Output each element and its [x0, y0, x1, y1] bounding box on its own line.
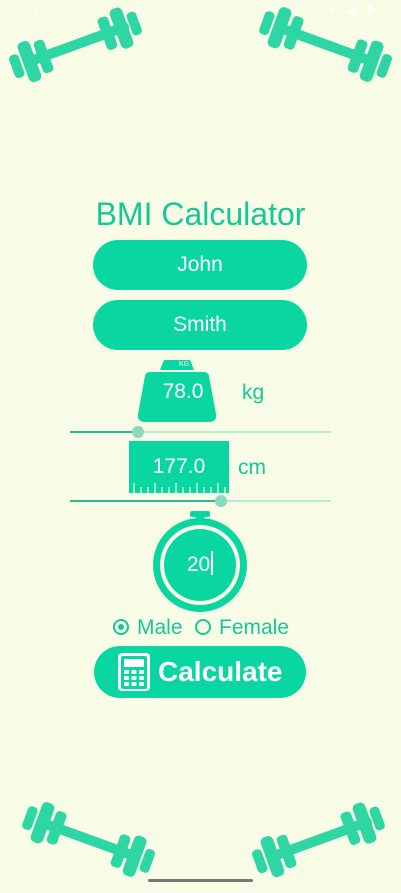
weight-slider-thumb[interactable] [131, 426, 144, 438]
age-input[interactable]: 20 [176, 551, 224, 577]
home-indicator[interactable] [148, 879, 253, 882]
first-name-field[interactable]: John [93, 240, 307, 290]
dumbbell-icon [9, 7, 142, 83]
height-unit: cm [238, 456, 266, 479]
height-slider-fill [70, 500, 222, 502]
dumbbell-icon [252, 802, 385, 878]
height-slider-thumb[interactable] [215, 495, 228, 507]
age-value: 20 [186, 553, 211, 576]
female-label[interactable]: Female [219, 616, 289, 640]
dumbbell-icon [22, 802, 155, 877]
calculate-label: Calculate [158, 656, 283, 687]
last-name-field[interactable]: Smith [93, 300, 307, 350]
page-title: BMI Calculator [95, 196, 306, 232]
female-radio[interactable] [195, 619, 211, 635]
calculator-icon [118, 653, 150, 691]
male-label[interactable]: Male [137, 616, 183, 640]
weight-slider-fill [70, 431, 138, 433]
weight-input[interactable]: 78.0 [150, 380, 216, 404]
weight-badge: KG [178, 361, 190, 368]
male-radio[interactable] [113, 619, 129, 635]
weight-unit: kg [242, 381, 265, 404]
height-input[interactable]: 177.0 [140, 455, 218, 479]
text-cursor [211, 551, 214, 575]
weight-slider[interactable] [70, 426, 331, 438]
dumbbell-icon [259, 7, 392, 82]
height-slider[interactable] [70, 495, 331, 507]
